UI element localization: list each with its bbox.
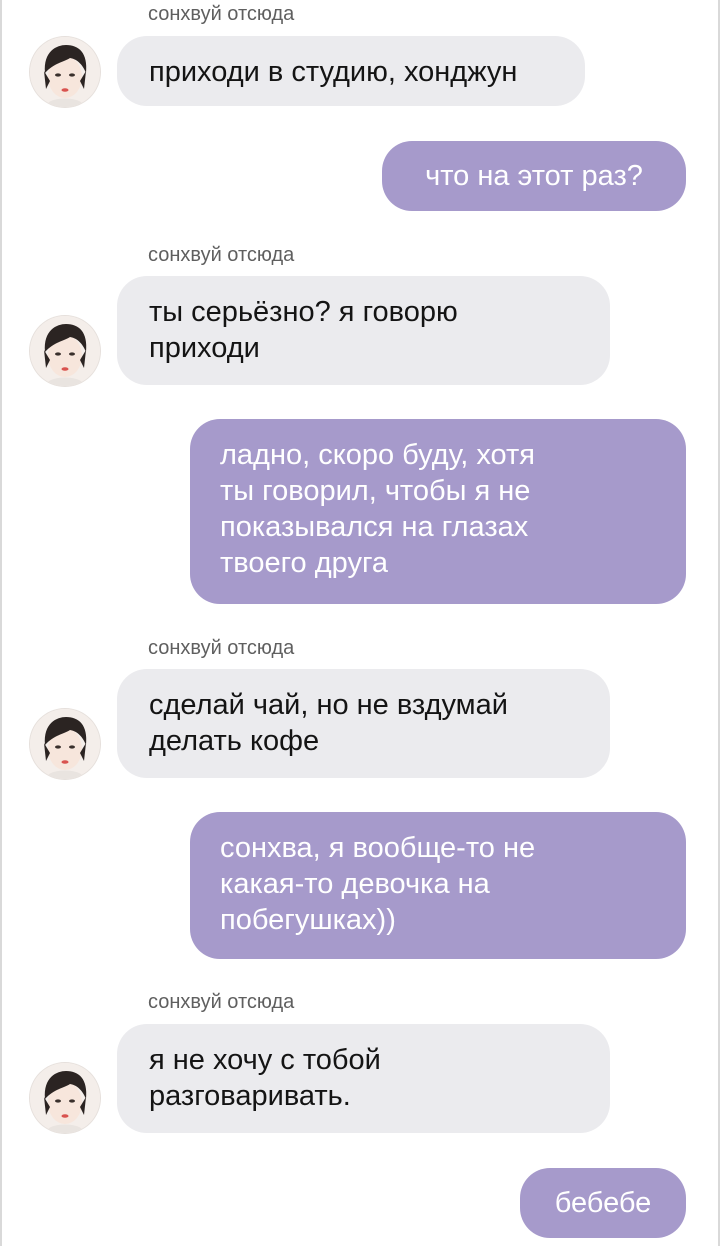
contact-avatar-icon[interactable] — [30, 1063, 100, 1133]
incoming-message-bubble[interactable]: ты серьёзно? я говорю приходи — [117, 276, 610, 385]
outgoing-message-bubble[interactable]: ладно, скоро буду, хотя ты говорил, чтоб… — [190, 419, 686, 604]
sender-name: сонхвуй отсюда — [148, 991, 295, 1013]
sender-name: сонхвуй отсюда — [148, 637, 295, 659]
contact-avatar-icon[interactable] — [30, 37, 100, 107]
outgoing-message-bubble[interactable]: сонхва, я вообще-то не какая-то девочка … — [190, 812, 686, 959]
sender-name: сонхвуй отсюда — [148, 244, 295, 266]
contact-avatar-icon[interactable] — [30, 709, 100, 779]
incoming-message-bubble[interactable]: сделай чай, но не вздумай делать кофе — [117, 669, 610, 778]
outgoing-message-bubble[interactable]: бебебе — [520, 1168, 686, 1238]
outgoing-message-bubble[interactable]: что на этот раз? — [382, 141, 686, 211]
incoming-message-bubble[interactable]: я не хочу с тобой разговаривать. — [117, 1024, 610, 1133]
sender-name: сонхвуй отсюда — [148, 3, 295, 25]
page-edge-left — [0, 0, 2, 1246]
incoming-message-bubble[interactable]: приходи в студию, хонджун — [117, 36, 585, 106]
contact-avatar-icon[interactable] — [30, 316, 100, 386]
